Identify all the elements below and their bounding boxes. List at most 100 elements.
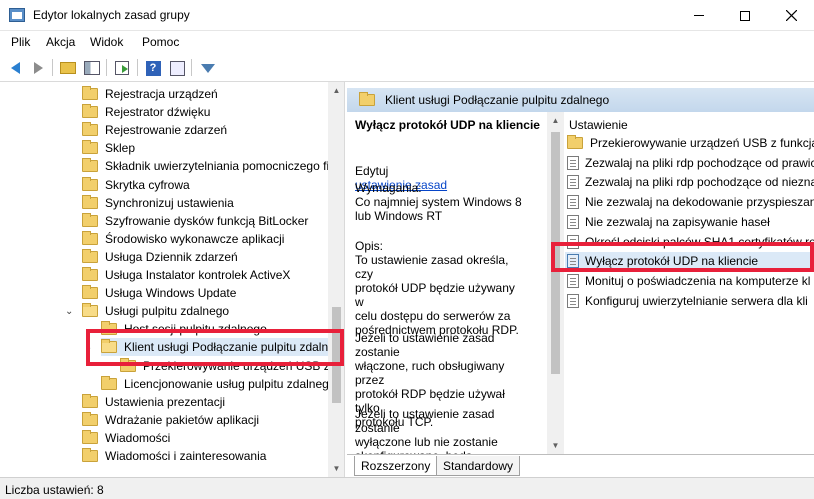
column-header-setting[interactable]: Ustawienie <box>569 118 628 132</box>
tree-item-label: Przekierowywanie urządzeń USB z r <box>143 358 338 373</box>
properties-button[interactable] <box>167 58 187 78</box>
scroll-up-icon[interactable]: ▲ <box>328 82 344 99</box>
tree-item[interactable]: Host sesji pulpitu zdalnego <box>101 320 328 338</box>
tree-item[interactable]: Skrytka cyfrowa <box>82 176 328 194</box>
setting-label: Przekierowywanie urządzeń USB z funkcją … <box>590 136 814 150</box>
back-button[interactable] <box>5 58 25 78</box>
close-button[interactable] <box>768 0 814 31</box>
setting-label: Monituj o poświadczenia na komputerze kl <box>585 273 811 288</box>
tab-standard[interactable]: Standardowy <box>436 456 521 476</box>
setting-label: Nie zezwalaj na dekodowanie przyspieszan… <box>585 195 814 210</box>
help-button[interactable]: ? <box>143 58 163 78</box>
folder-icon <box>82 212 98 227</box>
folder-icon <box>82 122 98 137</box>
menu-widok[interactable]: Widok <box>90 35 123 49</box>
folder-icon <box>82 104 98 119</box>
policy-setting-icon <box>567 155 579 170</box>
setting-row[interactable]: Monituj o poświadczenia na komputerze kl <box>565 272 814 290</box>
policy-setting-icon <box>567 254 579 269</box>
maximize-icon <box>740 10 750 21</box>
tree-item[interactable]: Składnik uwierzytelniania pomocniczego f… <box>82 157 329 175</box>
folder-icon <box>82 303 98 318</box>
setting-row[interactable]: Nie zezwalaj na zapisywanie haseł <box>565 213 814 231</box>
collapse-arrow-icon[interactable]: ⌄ <box>84 342 92 353</box>
show-hide-tree-button[interactable] <box>82 58 102 78</box>
setting-row[interactable]: Określ odciski palców SHA1 certyfikatów … <box>565 233 814 251</box>
folder-icon <box>82 429 98 444</box>
category-header: Klient usługi Podłączanie pulpitu zdalne… <box>347 88 814 112</box>
tree-item[interactable]: ⌄ Klient usługi Podłączanie pulpitu zdaln <box>84 338 329 357</box>
forward-arrow-icon <box>33 62 43 74</box>
toolbar-separator <box>137 59 138 76</box>
tab-extended[interactable]: Rozszerzony <box>354 456 438 476</box>
tree-item[interactable]: Usługa Instalator kontrolek ActiveX <box>82 266 328 284</box>
properties-icon <box>169 60 185 76</box>
settings-list: Ustawienie Przekierowywanie urządzeń USB… <box>565 112 814 454</box>
title-bar: Edytor lokalnych zasad grupy <box>0 0 814 31</box>
tree-item[interactable]: Usługa Dziennik zdarzeń <box>82 248 328 266</box>
export-list-button[interactable] <box>112 58 132 78</box>
setting-label: Konfiguruj uwierzytelnianie serwera dla … <box>585 293 808 308</box>
policy-setting-icon <box>567 234 579 249</box>
filter-icon <box>201 63 215 73</box>
tree-item[interactable]: Sklep <box>82 139 328 157</box>
menu-pomoc[interactable]: Pomoc <box>142 35 179 49</box>
folder-icon <box>82 411 98 426</box>
scroll-down-icon[interactable]: ▼ <box>547 437 564 454</box>
menu-plik[interactable]: Plik <box>11 35 30 49</box>
folder-icon <box>567 135 583 149</box>
tree-item-label: Klient usługi Podłączanie pulpitu zdaln <box>124 340 329 355</box>
details-area: Klient usługi Podłączanie pulpitu zdalne… <box>347 82 814 477</box>
tree-item[interactable]: Ustawienia prezentacji <box>82 393 328 411</box>
folder-icon <box>120 357 136 372</box>
view-tabs: Rozszerzony Standardowy <box>347 454 814 477</box>
tree-item[interactable]: Przekierowywanie urządzeń USB z r <box>120 357 337 375</box>
tree-item-label: Sklep <box>105 141 136 156</box>
forward-button[interactable] <box>28 58 48 78</box>
tree-item[interactable]: Rejestrowanie zdarzeń <box>82 121 328 139</box>
tree-item-label: Usługi pulpitu zdalnego <box>105 304 230 319</box>
description-scrollbar[interactable]: ▲ ▼ <box>547 112 564 454</box>
setting-label: Zezwalaj na pliki rdp pochodzące od praw… <box>585 155 814 170</box>
tree-scroll-thumb[interactable] <box>332 307 341 403</box>
description-scroll-thumb[interactable] <box>551 132 560 374</box>
policy-setting-icon <box>567 195 579 210</box>
setting-row[interactable]: Wyłącz protokół UDP na kliencie <box>565 252 814 271</box>
tree-item[interactable]: Wiadomości i zainteresowania <box>82 447 328 465</box>
tree-item-label: Szyfrowanie dysków funkcją BitLocker <box>105 213 309 228</box>
collapse-arrow-icon[interactable]: ⌄ <box>65 306 73 317</box>
up-one-level-button[interactable] <box>58 58 78 78</box>
tree-item[interactable]: Rejestrator dźwięku <box>82 103 328 121</box>
folder-icon <box>101 375 117 390</box>
maximize-button[interactable] <box>722 0 768 31</box>
setting-row[interactable]: Zezwalaj na pliki rdp pochodzące od praw… <box>565 154 814 172</box>
tree-item-label: Rejestracja urządzeń <box>105 87 218 101</box>
setting-row[interactable]: Zezwalaj na pliki rdp pochodzące od niez… <box>565 173 814 191</box>
menu-akcja[interactable]: Akcja <box>46 35 75 49</box>
toolbar: ? <box>0 53 814 82</box>
setting-row[interactable]: Nie zezwalaj na dekodowanie przyspieszan… <box>565 193 814 211</box>
edit-prefix: Edytuj <box>355 164 389 178</box>
filter-button[interactable] <box>198 58 218 78</box>
policy-setting-icon <box>567 214 579 229</box>
setting-row[interactable]: Przekierowywanie urządzeń USB z funkcją … <box>565 134 814 152</box>
tree-item[interactable]: Środowisko wykonawcze aplikacji <box>82 230 328 248</box>
tree-item[interactable]: ⌄ Usługi pulpitu zdalnego <box>65 302 328 320</box>
tree-scrollbar[interactable]: ▲ ▼ <box>328 82 344 477</box>
toolbar-separator <box>52 59 53 76</box>
folder-icon <box>101 321 117 336</box>
tree-item[interactable]: Wiadomości <box>82 429 328 447</box>
folder-icon <box>82 393 98 408</box>
tree-item[interactable]: Usługa Windows Update <box>82 284 328 302</box>
tree-item[interactable]: Rejestracja urządzeń <box>82 85 328 103</box>
scroll-down-icon[interactable]: ▼ <box>328 460 344 477</box>
folder-icon <box>82 230 98 245</box>
tree-item[interactable]: Synchronizuj ustawienia <box>82 194 328 212</box>
status-bar: Liczba ustawień: 8 <box>0 477 814 499</box>
minimize-button[interactable] <box>676 0 722 31</box>
tree-item[interactable]: Wdrażanie pakietów aplikacji <box>82 411 328 429</box>
tree-item[interactable]: Licencjonowanie usług pulpitu zdalnego <box>101 375 336 393</box>
setting-row[interactable]: Konfiguruj uwierzytelnianie serwera dla … <box>565 292 814 310</box>
tree-item[interactable]: Szyfrowanie dysków funkcją BitLocker <box>82 212 328 230</box>
scroll-up-icon[interactable]: ▲ <box>547 112 564 129</box>
